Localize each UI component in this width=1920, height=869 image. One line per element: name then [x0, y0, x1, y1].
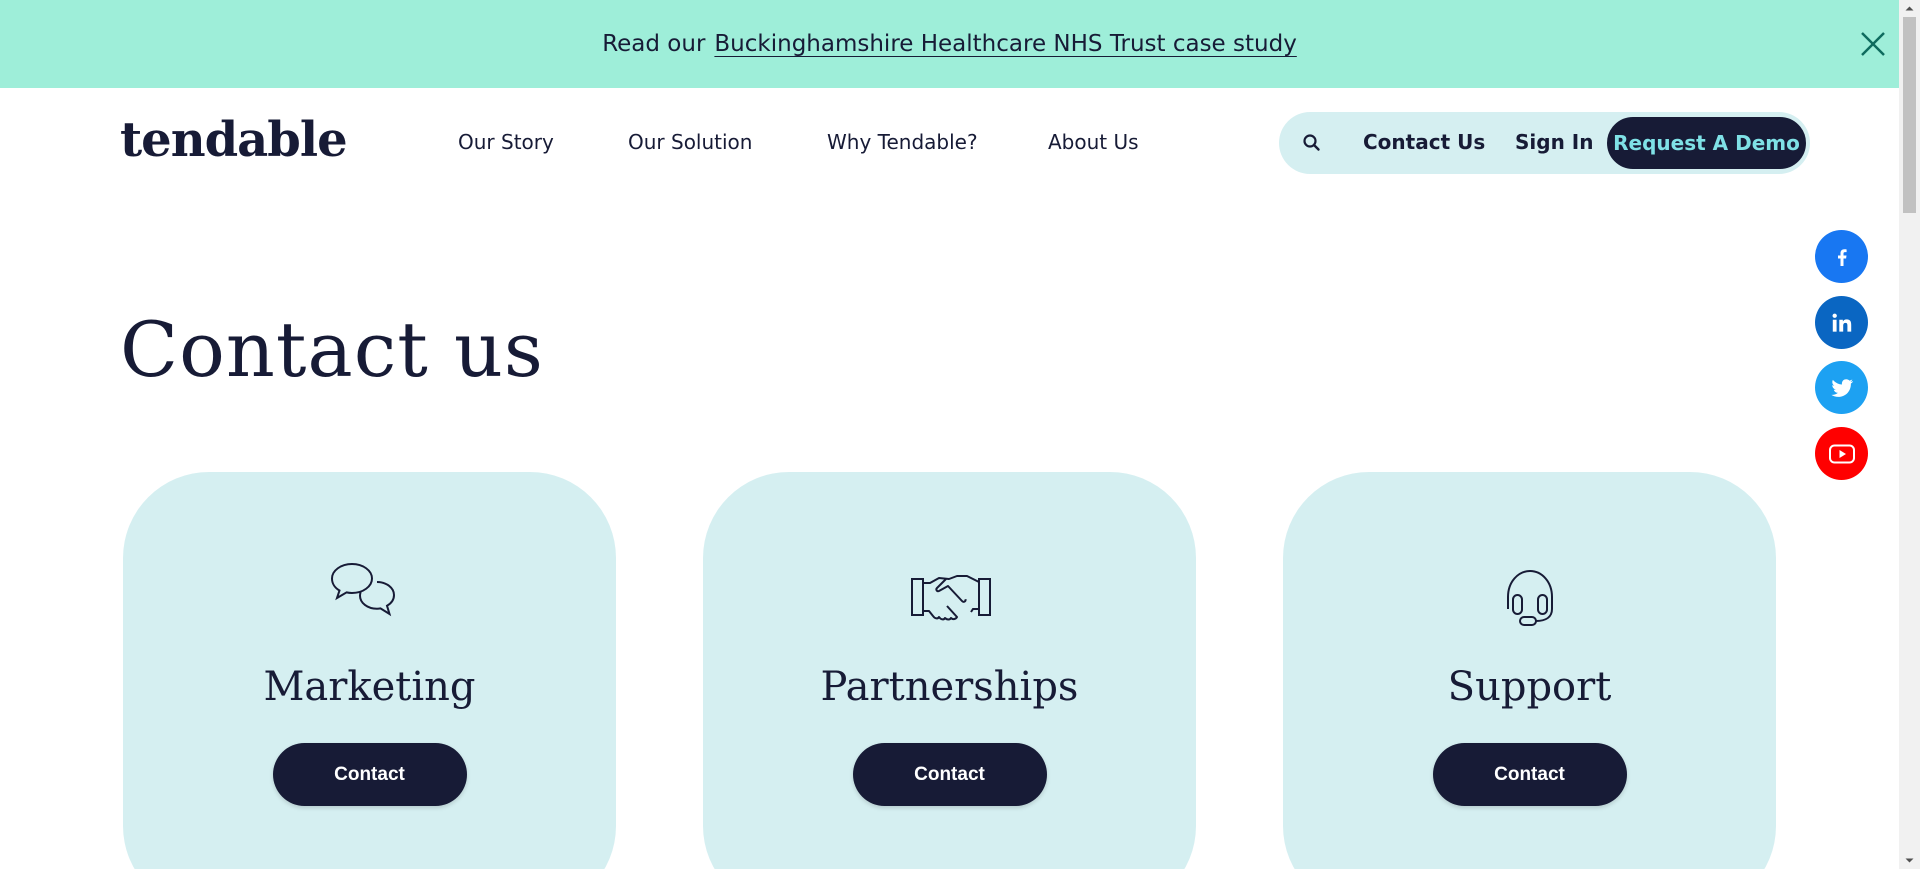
nav-our-story[interactable]: Our Story	[458, 130, 554, 154]
banner-lead-text: Read our	[602, 31, 706, 57]
close-icon[interactable]	[1859, 30, 1887, 58]
contact-us-link[interactable]: Contact Us	[1363, 130, 1485, 154]
scroll-up-arrow-icon[interactable]	[1899, 0, 1920, 17]
linkedin-glyph	[1832, 313, 1851, 332]
headset-icon	[1506, 569, 1553, 626]
handshake-icon	[910, 575, 991, 621]
partnerships-contact-button[interactable]: Contact	[852, 743, 1047, 806]
nav-why-tendable[interactable]: Why Tendable?	[827, 130, 978, 154]
nav-about-us[interactable]: About Us	[1048, 130, 1139, 154]
chat-bubbles-icon	[330, 562, 395, 617]
search-icon[interactable]	[1300, 131, 1324, 155]
twitter-glyph	[1830, 378, 1853, 397]
case-study-link[interactable]: Buckinghamshire Healthcare NHS Trust cas…	[714, 31, 1296, 57]
announcement-banner: Read our Buckinghamshire Healthcare NHS …	[0, 0, 1899, 88]
sign-in-link[interactable]: Sign In	[1515, 130, 1593, 154]
header-actions: Contact Us Sign In Request A Demo	[1279, 112, 1810, 174]
linkedin-icon[interactable]	[1815, 296, 1868, 349]
youtube-glyph	[1828, 444, 1855, 463]
partnerships-card: Partnerships Contact	[703, 472, 1196, 869]
support-contact-button[interactable]: Contact	[1432, 743, 1627, 806]
vertical-scrollbar[interactable]	[1899, 0, 1920, 869]
request-demo-button[interactable]: Request A Demo	[1607, 117, 1806, 169]
facebook-icon[interactable]	[1815, 230, 1868, 283]
support-title: Support	[1447, 664, 1612, 710]
nav-our-solution[interactable]: Our Solution	[628, 130, 752, 154]
facebook-glyph	[1837, 248, 1847, 266]
partnerships-title: Partnerships	[820, 664, 1079, 710]
scroll-down-arrow-icon[interactable]	[1899, 852, 1920, 869]
youtube-icon[interactable]	[1815, 427, 1868, 480]
marketing-title: Marketing	[263, 664, 476, 710]
scrollbar-thumb[interactable]	[1903, 17, 1916, 213]
support-card: Support Contact	[1283, 472, 1776, 869]
marketing-card: Marketing Contact	[123, 472, 616, 869]
twitter-icon[interactable]	[1815, 361, 1868, 414]
marketing-contact-button[interactable]: Contact	[272, 743, 467, 806]
page-title: Contact us	[120, 305, 544, 394]
tendable-logo[interactable]: tendable	[120, 112, 348, 168]
